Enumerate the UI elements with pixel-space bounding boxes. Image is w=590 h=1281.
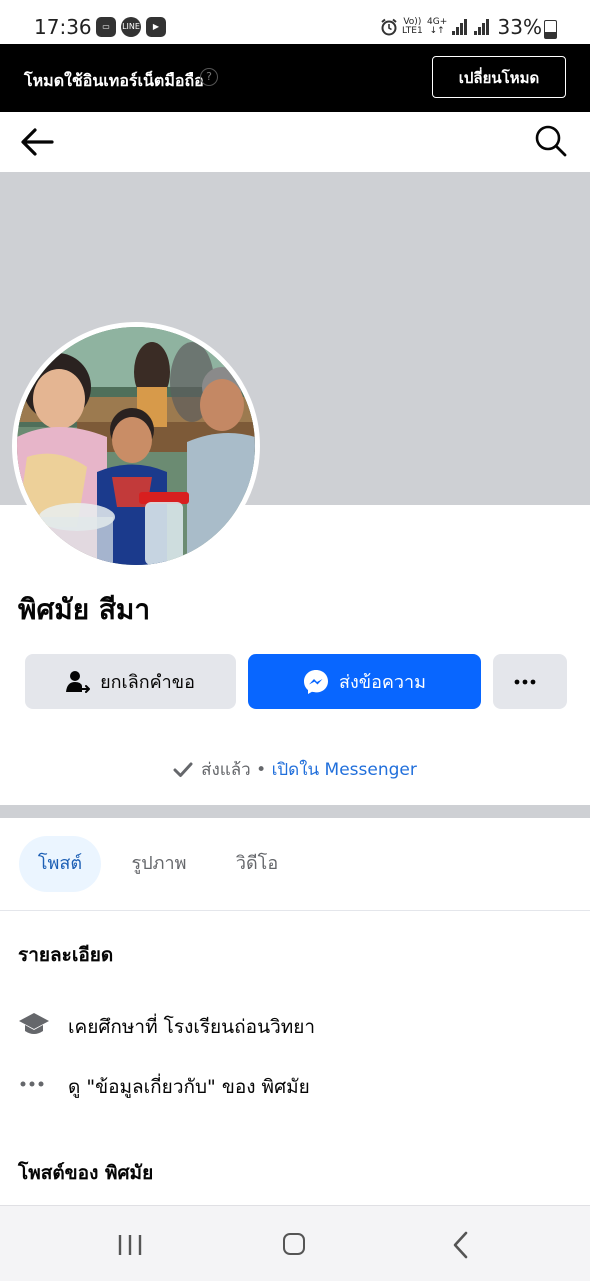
data-mode-text: โหมดใช้อินเทอร์เน็ตมือถือ xyxy=(24,71,204,90)
user-cancel-icon xyxy=(66,670,91,693)
profile-name: พิศมัย สีมา xyxy=(18,593,151,626)
sent-status-row: ส่งแล้ว • เปิดใน Messenger xyxy=(0,756,590,783)
back-arrow-icon[interactable] xyxy=(18,122,58,162)
signal-icon-2 xyxy=(474,19,490,35)
check-icon xyxy=(173,762,193,777)
cancel-request-button[interactable]: ยกเลิกคำขอ xyxy=(25,654,236,709)
tabs-divider xyxy=(0,910,590,911)
send-message-button[interactable]: ส่งข้อความ xyxy=(248,654,481,709)
top-navbar xyxy=(0,112,590,172)
battery-icon xyxy=(544,20,557,39)
alarm-icon xyxy=(381,18,397,36)
tab-posts[interactable]: โพสต์ xyxy=(19,836,101,892)
sent-text: ส่งแล้ว xyxy=(201,760,251,780)
data-indicator: 4G+ ↓↑ xyxy=(427,17,448,36)
status-time: 17:36 xyxy=(34,15,92,39)
signal-icon xyxy=(452,19,468,35)
more-dots-icon xyxy=(514,679,536,684)
education-text: เคยศึกษาที่ โรงเรียนถ่อนวิทยา xyxy=(68,1016,316,1038)
section-divider xyxy=(0,805,590,818)
help-icon[interactable]: ? xyxy=(200,68,218,86)
tab-videos[interactable]: วิดีโอ xyxy=(226,836,288,892)
messenger-icon xyxy=(303,669,328,694)
tab-photos[interactable]: รูปภาพ xyxy=(122,836,196,892)
detail-education[interactable]: เคยศึกษาที่ โรงเรียนถ่อนวิทยา xyxy=(18,1006,578,1042)
system-back-icon[interactable] xyxy=(451,1231,471,1259)
graduation-cap-icon xyxy=(19,1013,49,1034)
open-in-messenger-link[interactable]: เปิดใน Messenger xyxy=(272,760,417,780)
status-bar: 17:36 ▭ LINE ▶ Vo)) LTE1 4G+ ↓↑ 33% xyxy=(0,0,590,44)
data-mode-banner: โหมดใช้อินเทอร์เน็ตมือถือ ? เปลี่ยนโหมด xyxy=(0,44,590,112)
system-nav-bar xyxy=(0,1205,590,1281)
line-app-icon: LINE xyxy=(121,17,141,37)
voicemail-icon: ▭ xyxy=(96,17,116,37)
details-title: รายละเอียด xyxy=(18,944,114,966)
home-icon[interactable] xyxy=(283,1233,305,1255)
posts-section-title: โพสต์ของ พิศมัย xyxy=(18,1162,154,1184)
more-dots-icon xyxy=(20,1081,44,1087)
cancel-request-label: ยกเลิกคำขอ xyxy=(100,672,195,693)
switch-mode-button[interactable]: เปลี่ยนโหมด xyxy=(432,56,566,98)
sent-separator: • xyxy=(250,760,272,780)
battery-percent: 33% xyxy=(497,15,542,39)
volte-indicator: Vo)) LTE1 xyxy=(402,17,423,36)
recent-apps-icon[interactable] xyxy=(117,1234,143,1256)
search-icon[interactable] xyxy=(532,122,570,160)
detail-about-link[interactable]: ดู "ข้อมูลเกี่ยวกับ" ของ พิศมัย xyxy=(18,1066,578,1102)
profile-picture[interactable] xyxy=(17,327,255,565)
play-app-icon: ▶ xyxy=(146,17,166,37)
profile-tabs: โพสต์ รูปภาพ วิดีโอ xyxy=(0,836,590,894)
send-message-label: ส่งข้อความ xyxy=(338,672,426,693)
about-link-text: ดู "ข้อมูลเกี่ยวกับ" ของ พิศมัย xyxy=(68,1076,310,1098)
more-options-button[interactable] xyxy=(493,654,567,709)
